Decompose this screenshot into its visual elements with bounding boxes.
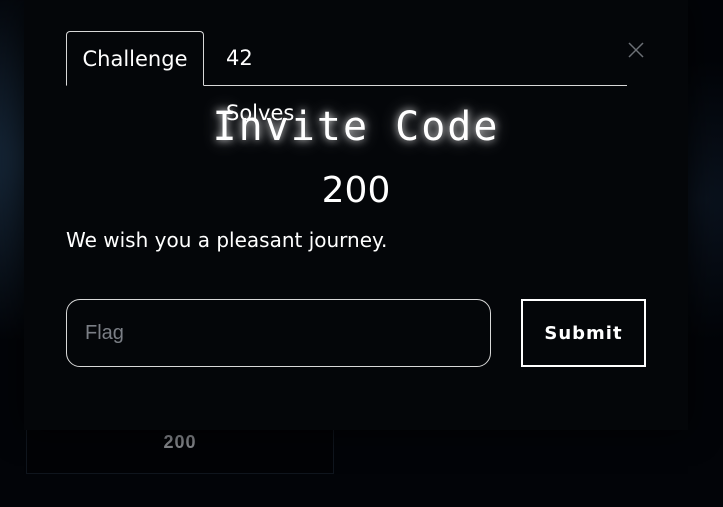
- challenge-card-points: 200: [163, 432, 197, 452]
- challenge-description: We wish you a pleasant journey.: [66, 228, 388, 252]
- flag-input[interactable]: [66, 299, 491, 367]
- modal-tabs: Challenge 42 Solves: [66, 31, 627, 125]
- challenge-title: Invite Code: [212, 104, 500, 150]
- tab-challenge[interactable]: Challenge: [66, 31, 204, 86]
- close-icon[interactable]: [627, 41, 645, 59]
- challenge-points: 200: [321, 170, 391, 211]
- tab-solves[interactable]: 42 Solves: [226, 31, 316, 125]
- challenge-modal: Challenge 42 Solves Invite Code 200 We w…: [24, 0, 688, 430]
- submit-button[interactable]: Submit: [521, 299, 646, 367]
